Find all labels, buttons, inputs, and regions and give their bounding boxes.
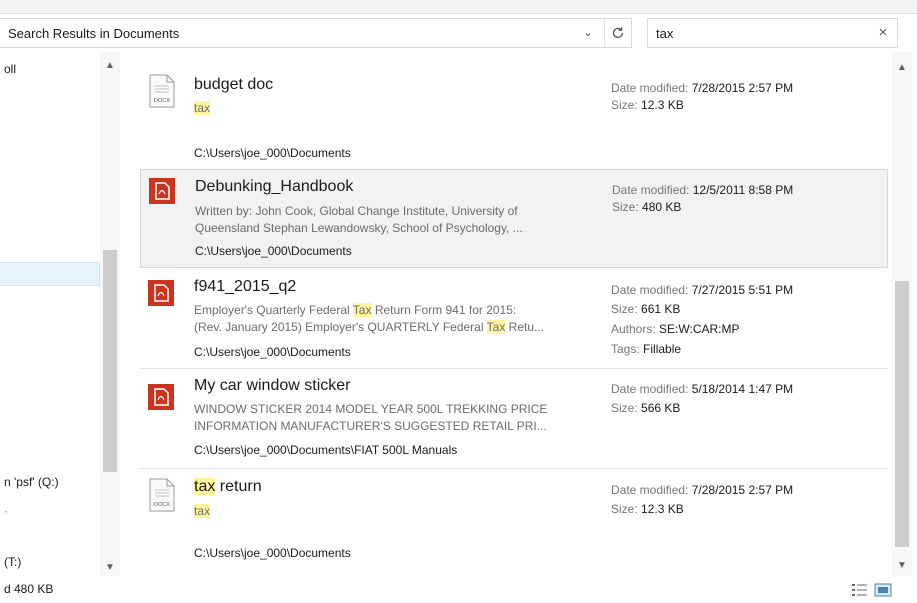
search-box[interactable]: tax × <box>647 18 898 48</box>
result-meta-date: Date modified: 7/27/2015 5:51 PM <box>611 283 794 297</box>
result-path: C:\Users\joe_000\Documents <box>195 244 352 258</box>
result-meta-date: Date modified: 5/18/2014 1:47 PM <box>611 382 794 396</box>
large-icons-view-icon <box>874 583 892 597</box>
result-meta-authors: Authors: SE:W:CAR:MP <box>611 322 740 336</box>
result-meta-size: Size: 12.3 KB <box>611 98 684 112</box>
result-path: C:\Users\joe_000\Documents\FIAT 500L Man… <box>194 443 458 457</box>
result-name[interactable]: tax return <box>194 478 262 496</box>
result-meta-date: Date modified: 7/28/2015 2:57 PM <box>611 81 794 95</box>
highlight: Tax <box>352 303 372 317</box>
result-snippet-line: Written by: John Cook, Global Change Ins… <box>195 204 518 218</box>
highlight: Tax <box>486 320 506 334</box>
pdf-file-icon <box>149 178 175 204</box>
results-scrollbar[interactable]: ▲ ▼ <box>892 52 912 576</box>
status-text: d 480 KB <box>4 582 54 596</box>
nav-item-drive-q[interactable]: n 'psf' (Q:) <box>4 475 59 489</box>
results-scrollbar-thumb[interactable] <box>895 281 909 547</box>
chevron-down-icon[interactable]: ⌄ <box>580 25 596 41</box>
result-meta-size: Size: 661 KB <box>611 302 681 316</box>
scroll-down-icon[interactable]: ▼ <box>103 562 117 573</box>
search-input[interactable]: tax <box>656 26 673 41</box>
large-icons-view-button[interactable] <box>874 582 892 598</box>
result-meta-size: Size: 480 KB <box>612 200 682 214</box>
result-item-debunking-handbook[interactable]: Debunking_Handbook Written by: John Cook… <box>140 169 888 268</box>
result-path: C:\Users\joe_000\Documents <box>194 345 351 359</box>
result-meta-size: Size: 12.3 KB <box>611 502 684 516</box>
highlight: tax <box>194 101 211 115</box>
result-name[interactable]: Debunking_Handbook <box>195 178 353 196</box>
result-divider <box>140 468 888 469</box>
details-view-button[interactable] <box>851 582 869 598</box>
result-name[interactable]: My car window sticker <box>194 377 350 395</box>
result-meta-date: Date modified: 7/28/2015 2:57 PM <box>611 483 794 497</box>
result-snippet-line: INFORMATION MANUFACTURER'S SUGGESTED RET… <box>194 419 547 433</box>
status-bar: d 480 KB <box>0 578 917 603</box>
result-item-car-window-sticker[interactable]: My car window sticker WINDOW STICKER 201… <box>140 370 888 466</box>
scroll-up-icon[interactable]: ▲ <box>895 62 909 73</box>
result-snippet-line: (Rev. January 2015) Employer's QUARTERLY… <box>194 320 545 334</box>
address-path[interactable]: Search Results in Documents <box>8 26 179 41</box>
result-item-tax-return[interactable]: DOCX tax return tax C:\Users\joe_000\Doc… <box>140 470 888 574</box>
window-top-strip <box>0 0 917 14</box>
nav-item-selected[interactable] <box>0 262 100 286</box>
result-item-budget-doc[interactable]: DOCX budget doc tax C:\Users\joe_000\Doc… <box>140 64 888 174</box>
highlight: tax <box>194 504 211 518</box>
result-meta-size: Size: 566 KB <box>611 401 681 415</box>
result-item-f941[interactable]: f941_2015_q2 Employer's Quarterly Federa… <box>140 270 888 368</box>
result-snippet-line: WINDOW STICKER 2014 MODEL YEAR 500L TREK… <box>194 402 548 416</box>
result-snippet-line: Employer's Quarterly Federal Tax Return … <box>194 303 517 317</box>
search-results-list: DOCX budget doc tax C:\Users\joe_000\Doc… <box>140 52 890 576</box>
nav-item[interactable]: oll <box>4 62 16 76</box>
result-snippet: tax <box>194 503 211 520</box>
result-divider <box>140 368 888 369</box>
result-snippet-line: Queensland Stephan Lewandowsky, School o… <box>195 221 523 235</box>
result-snippet: tax <box>194 100 211 117</box>
nav-item-drive-t[interactable]: (T:) <box>4 555 21 569</box>
pdf-file-icon <box>148 280 174 306</box>
result-path: C:\Users\joe_000\Documents <box>194 546 351 560</box>
docx-label: DOCX <box>154 502 170 508</box>
refresh-icon <box>612 27 624 39</box>
result-name[interactable]: budget doc <box>194 76 273 94</box>
pdf-file-icon <box>148 384 174 410</box>
result-name[interactable]: f941_2015_q2 <box>194 278 296 296</box>
nav-scrollbar[interactable]: ▲ ▼ <box>100 52 120 576</box>
docx-file-icon: DOCX <box>149 74 175 108</box>
result-meta-date: Date modified: 12/5/2011 8:58 PM <box>612 183 794 197</box>
refresh-button[interactable] <box>604 19 631 47</box>
scroll-down-icon[interactable]: ▼ <box>895 560 909 571</box>
address-bar[interactable]: Search Results in Documents ⌄ <box>0 18 632 48</box>
result-path: C:\Users\joe_000\Documents <box>194 146 351 160</box>
nav-dot: · <box>4 504 8 518</box>
details-view-icon <box>852 584 867 596</box>
result-meta-tags: Tags: Fillable <box>611 342 682 356</box>
navigation-pane: oll n 'psf' (Q:) · (T:) ▲ ▼ <box>0 52 120 576</box>
nav-scrollbar-thumb[interactable] <box>103 250 117 472</box>
close-icon[interactable]: × <box>874 24 892 42</box>
highlight: tax <box>194 478 216 495</box>
docx-label: DOCX <box>154 98 170 104</box>
docx-file-icon: DOCX <box>149 478 175 512</box>
scroll-up-icon[interactable]: ▲ <box>103 60 117 71</box>
